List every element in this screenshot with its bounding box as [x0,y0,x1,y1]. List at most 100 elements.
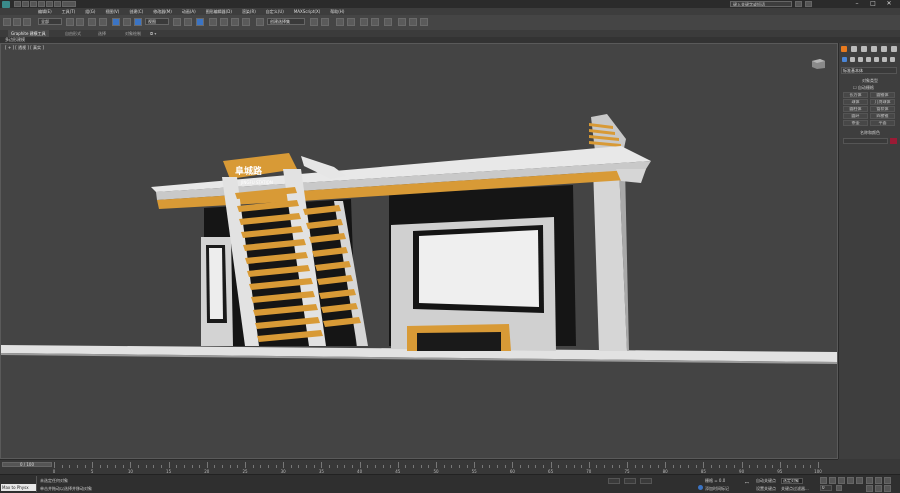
unlink-icon[interactable] [13,18,21,26]
maxscript-listener[interactable]: Max to Physx [1,484,36,491]
window-crossing-icon[interactable] [99,18,107,26]
project-folder-icon[interactable] [54,1,61,7]
torus-button[interactable]: 圆环 [843,113,868,119]
key-mode-icon[interactable]: ⊷ [745,480,749,485]
lights-icon[interactable] [858,57,863,62]
modify-tab-icon[interactable] [851,46,857,52]
mirror-icon[interactable] [310,18,318,26]
graphite-toggle-icon[interactable] [347,18,355,26]
search-input[interactable]: 键入关键字或短语 [730,1,792,7]
edit-named-selection-icon[interactable] [256,18,264,26]
shapes-icon[interactable] [850,57,855,62]
geosphere-button[interactable]: 几何球体 [870,99,895,105]
menu-edit[interactable]: 编辑(E) [38,9,52,15]
create-tab-icon[interactable] [841,46,847,52]
named-selection-dropdown[interactable]: 创建选择集 [267,18,305,25]
curve-editor-icon[interactable] [360,18,368,26]
align-icon[interactable] [321,18,329,26]
render-setup-icon[interactable] [398,18,406,26]
motion-tab-icon[interactable] [871,46,877,52]
redo-icon[interactable] [46,1,53,7]
open-file-icon[interactable] [22,1,29,7]
angle-snap-icon[interactable] [220,18,228,26]
cameras-icon[interactable] [866,57,871,62]
go-to-end-icon[interactable] [856,477,863,484]
new-file-icon[interactable] [14,1,21,7]
z-coord-field[interactable] [640,478,652,484]
layer-manager-icon[interactable] [336,18,344,26]
y-coord-field[interactable] [624,478,636,484]
app-logo-icon[interactable] [2,1,10,8]
menu-create[interactable]: 创建(C) [129,9,143,15]
zoom-icon[interactable] [866,477,873,484]
selected-dropdown[interactable]: 选定对象 [781,478,803,484]
utilities-tab-icon[interactable] [891,46,897,52]
systems-icon[interactable] [890,57,895,62]
select-and-scale-icon[interactable] [134,18,142,26]
selection-filter-dropdown[interactable]: 全部 [38,18,62,25]
menu-maxscript[interactable]: MAXScript(X) [294,9,320,14]
tab-freeform[interactable]: 自由形式 [65,30,81,37]
snaps-toggle-icon[interactable] [209,18,217,26]
pivot-center-icon[interactable] [173,18,181,26]
geometry-icon[interactable] [842,57,847,62]
reference-coordinate-dropdown[interactable]: 视图 [145,18,169,25]
keyboard-shortcut-override-icon[interactable] [196,18,204,26]
menu-rendering[interactable]: 渲染(R) [242,9,256,15]
binoculars-icon[interactable] [795,1,802,7]
spinner-snap-icon[interactable] [242,18,250,26]
sphere-button[interactable]: 球体 [843,99,868,105]
rendered-frame-window-icon[interactable] [409,18,417,26]
autogrid-checkbox[interactable]: ☐ 自动栅格 [853,85,900,91]
menu-help[interactable]: 帮助(H) [330,9,344,15]
time-tag-icon[interactable] [698,485,703,490]
timeline-ruler[interactable]: 0 5 10 15 20 25 30 35 40 45 50 55 60 65 70 75 80 85 90 95 10… [0,460,838,475]
menu-customize[interactable]: 自定义(U) [266,9,284,15]
next-frame-icon[interactable] [847,477,854,484]
plane-button[interactable]: 平面 [870,120,895,126]
play-icon[interactable] [838,477,845,484]
tab-selection[interactable]: 选择 [98,30,106,37]
perspective-viewport[interactable]: [ + ] [ 透视 ] [ 真实 ] 阜城路 JINGFU STATION [0,43,838,459]
menu-tools[interactable]: 工具(T) [62,9,76,15]
add-time-tag[interactable]: 添加时间标记 [705,486,729,492]
key-filters-button[interactable]: 关键点过滤器... [781,486,809,492]
timeline[interactable]: 0 / 100 0 5 10 15 20 25 30 35 40 45 50 55 60 65 70 75 80… [0,459,838,475]
primitive-type-dropdown[interactable]: 标准基本体 [841,67,897,74]
rectangular-selection-icon[interactable] [88,18,96,26]
cylinder-button[interactable]: 圆柱体 [843,106,868,112]
pyramid-button[interactable]: 四棱锥 [870,113,895,119]
ribbon-options-icon[interactable]: ◘ ▾ [150,30,156,37]
close-icon[interactable]: ✕ [882,0,896,8]
auto-key-label[interactable]: 自动关键点 [756,478,776,484]
help-icon[interactable] [805,1,812,7]
object-name-input[interactable] [843,138,888,144]
go-to-start-icon[interactable] [820,477,827,484]
maximize-icon[interactable]: □ [866,0,880,8]
select-by-name-icon[interactable] [76,18,84,26]
object-type-header[interactable]: 对象类型 [843,78,897,84]
hierarchy-tab-icon[interactable] [861,46,867,52]
minimize-icon[interactable]: – [850,0,864,8]
menu-animation[interactable]: 动画(A) [182,9,196,15]
undo-icon[interactable] [38,1,45,7]
save-file-icon[interactable] [30,1,37,7]
render-production-icon[interactable] [420,18,428,26]
tab-graphite-modeling[interactable]: Graphite 建模工具 [8,30,49,37]
material-editor-icon[interactable] [384,18,392,26]
pan-view-icon[interactable] [875,485,882,492]
schematic-view-icon[interactable] [371,18,379,26]
zoom-extents-icon[interactable] [884,477,891,484]
object-color-swatch[interactable] [890,138,897,144]
select-and-rotate-icon[interactable] [123,18,131,26]
viewcube-icon[interactable] [810,58,826,70]
select-and-move-icon[interactable] [112,18,120,26]
menu-graph-editors[interactable]: 图形编辑器(D) [206,9,232,15]
name-color-header[interactable]: 名称和颜色 [843,130,897,136]
menu-group[interactable]: 组(G) [85,9,95,15]
menu-modifiers[interactable]: 修改器(M) [153,9,172,15]
display-tab-icon[interactable] [881,46,887,52]
teapot-button[interactable]: 茶壶 [843,120,868,126]
field-of-view-icon[interactable] [866,485,873,492]
zoom-all-icon[interactable] [875,477,882,484]
